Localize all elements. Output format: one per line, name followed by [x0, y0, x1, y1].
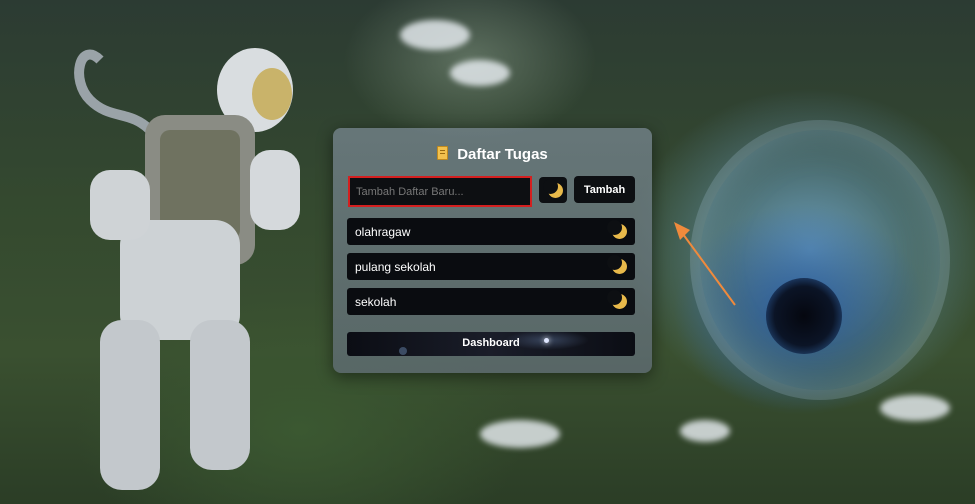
star-icon — [544, 338, 549, 343]
moon-icon[interactable] — [607, 255, 627, 274]
dashboard-button[interactable]: Dashboard — [347, 332, 635, 356]
task-label: pulang sekolah — [355, 260, 436, 274]
todo-panel: Daftar Tugas Tambah olahragaw pulang sek… — [333, 128, 652, 373]
cloud — [400, 20, 470, 50]
add-task-button[interactable]: Tambah — [574, 176, 635, 203]
clipboard-icon — [437, 146, 449, 160]
moon-icon — [543, 179, 563, 198]
annotation-arrow — [674, 222, 736, 306]
task-item[interactable]: pulang sekolah — [347, 253, 635, 280]
theme-toggle-button[interactable] — [539, 177, 567, 203]
cloud — [450, 60, 510, 86]
task-label: olahragaw — [355, 225, 411, 239]
cloud — [680, 420, 730, 442]
page-title: Daftar Tugas — [333, 146, 652, 163]
moon-icon[interactable] — [607, 220, 627, 239]
task-label: sekolah — [355, 295, 397, 309]
dashboard-label: Dashboard — [462, 337, 520, 349]
vortex-core — [766, 278, 842, 354]
task-input-wrapper — [348, 176, 532, 207]
astronaut-illustration — [74, 48, 300, 490]
task-input[interactable] — [350, 178, 530, 205]
cloud — [880, 395, 950, 421]
page-title-text: Daftar Tugas — [457, 146, 548, 163]
cloud — [480, 420, 560, 448]
task-item[interactable]: olahragaw — [347, 218, 635, 245]
moon-icon[interactable] — [607, 290, 627, 309]
task-item[interactable]: sekolah — [347, 288, 635, 315]
